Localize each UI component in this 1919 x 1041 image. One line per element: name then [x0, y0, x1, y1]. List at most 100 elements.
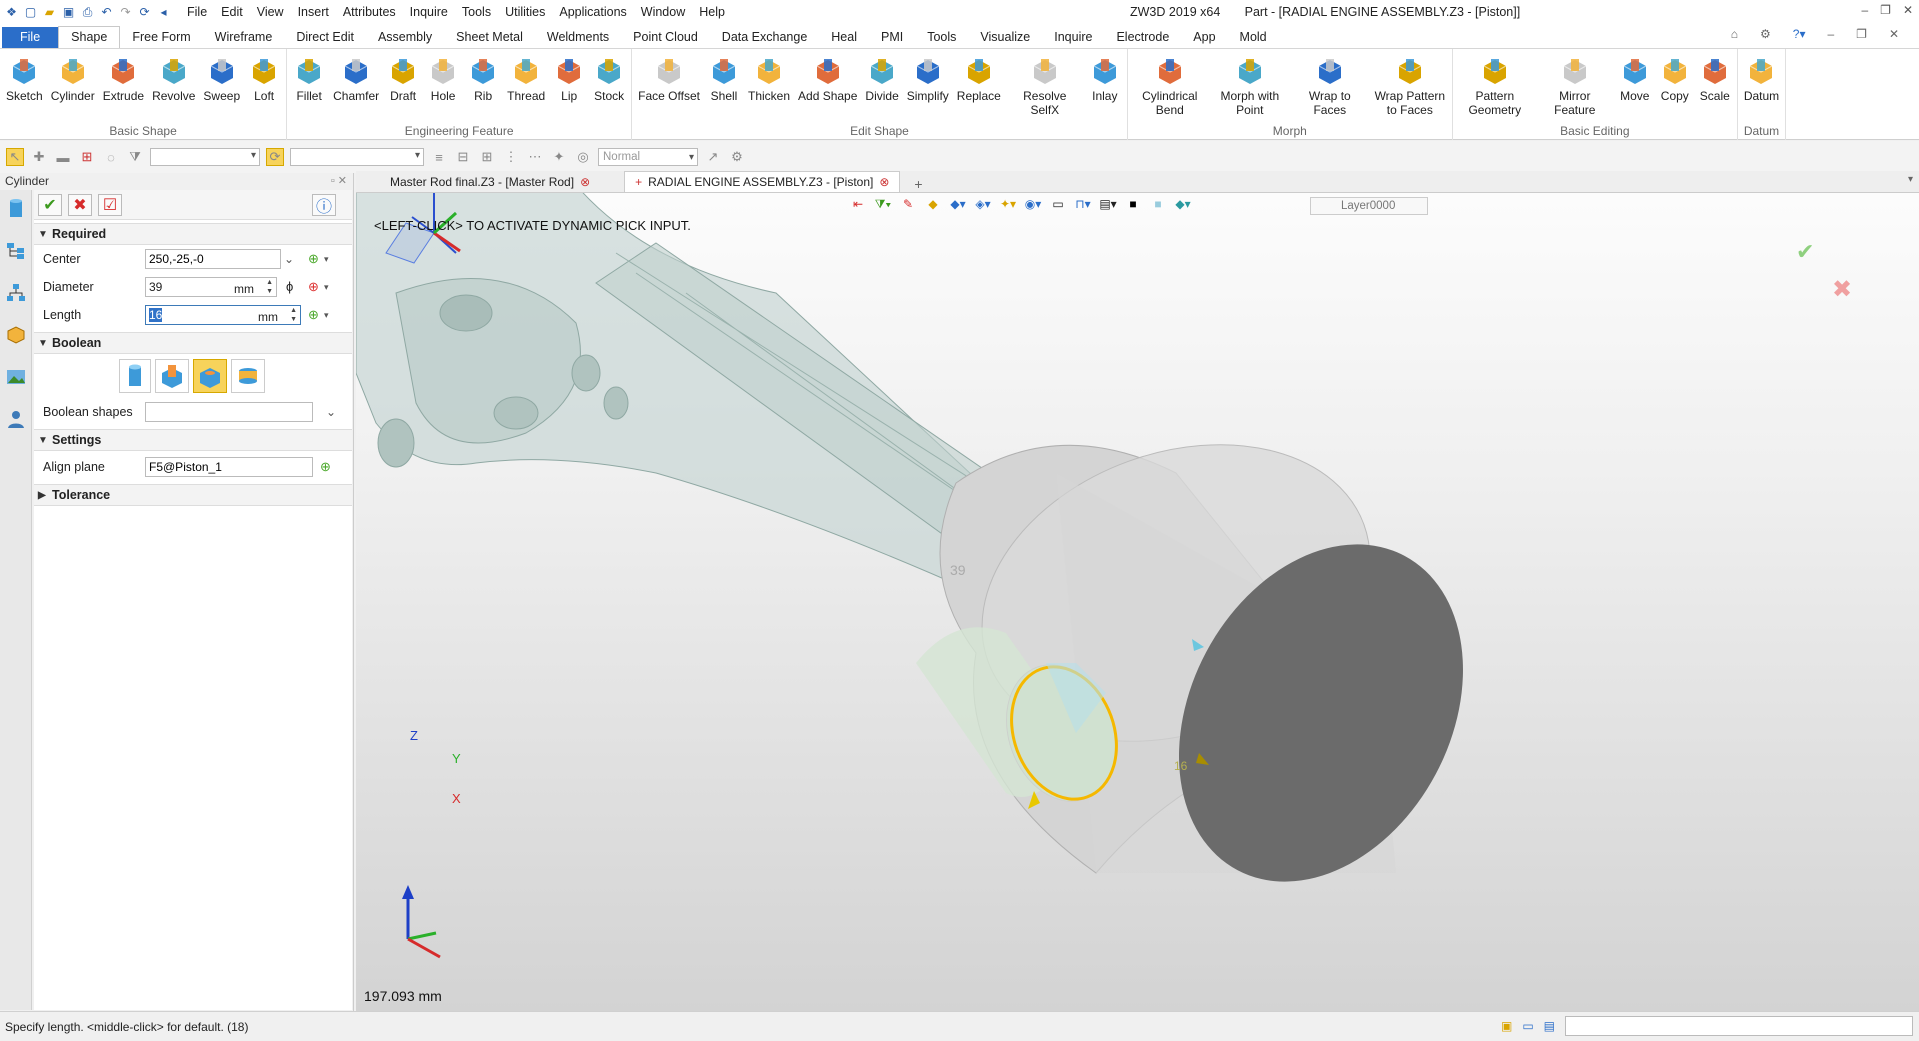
snap-icon[interactable]: ⋮	[502, 148, 520, 166]
tab-tools[interactable]: Tools	[915, 27, 968, 48]
length-dimension[interactable]: 16	[1174, 759, 1187, 773]
pin-icon[interactable]: ✦	[550, 148, 568, 166]
pick-arrow-icon[interactable]: ↖	[6, 148, 24, 166]
menu-help[interactable]: Help	[699, 5, 725, 19]
tab-list-icon[interactable]: ▾	[1908, 174, 1913, 185]
center-field[interactable]	[145, 249, 281, 269]
filter-view-icon[interactable]: ⧩▾	[875, 196, 892, 212]
length-field[interactable]: 16 mm ▲ ▼	[145, 305, 301, 325]
ribbon-minimize-icon[interactable]: –	[1827, 27, 1834, 41]
tab-heal[interactable]: Heal	[819, 27, 869, 48]
panel-pin-icon[interactable]: ▫ ✕	[331, 173, 347, 189]
gear2-icon[interactable]: ⚙	[728, 148, 746, 166]
pick-length-icon[interactable]: ⊕	[308, 307, 319, 323]
exit-icon[interactable]: ⇤	[850, 196, 866, 212]
pick-plane-icon[interactable]: ⊕	[320, 459, 331, 475]
snap2-icon[interactable]: ⋯	[526, 148, 544, 166]
ok-button[interactable]: ✔	[38, 193, 62, 216]
home-icon[interactable]: ⌂	[1731, 27, 1738, 41]
tab-master-rod[interactable]: Master Rod final.Z3 - [Master Rod] ⊗	[380, 172, 600, 192]
save-icon[interactable]: ▣	[61, 5, 76, 20]
redo-icon[interactable]: ↷	[118, 5, 133, 20]
filter-minus-icon[interactable]: ▬	[54, 148, 72, 166]
tab-file[interactable]: File	[2, 27, 59, 48]
intersect-boolean-icon[interactable]	[231, 359, 265, 393]
tab-assembly[interactable]: Assembly	[366, 27, 444, 48]
lock-icon[interactable]: ⊟	[454, 148, 472, 166]
back-arrow-icon[interactable]: ◂	[156, 5, 171, 20]
view-cube-icon[interactable]: ◈▾	[975, 196, 991, 212]
restore-icon[interactable]: ❐	[1880, 3, 1891, 17]
boolean-section[interactable]: ▼ Boolean	[34, 332, 352, 354]
align-icon[interactable]: ≡	[430, 148, 448, 166]
settings-gear-icon[interactable]: ⚙	[1760, 27, 1771, 41]
menu-view[interactable]: View	[257, 5, 284, 19]
info-button[interactable]: ⓘ	[312, 193, 336, 216]
filter-funnel-icon[interactable]: ⧩	[126, 148, 144, 166]
menu-applications[interactable]: Applications	[559, 5, 626, 19]
viewport-ok-icon[interactable]: ✔	[1796, 239, 1814, 265]
menu-window[interactable]: Window	[641, 5, 685, 19]
menu-utilities[interactable]: Utilities	[505, 5, 545, 19]
pen-icon[interactable]: ✎	[900, 196, 916, 212]
section-icon[interactable]: ⊓▾	[1075, 196, 1091, 212]
cylinder-side-icon[interactable]	[5, 198, 27, 220]
render-mode-combo[interactable]: Normal	[598, 148, 698, 166]
tab-data-exchange[interactable]: Data Exchange	[710, 27, 819, 48]
minimize-icon[interactable]: –	[1861, 3, 1868, 17]
zoom-all-icon[interactable]: ◉▾	[1025, 196, 1042, 212]
help-icon[interactable]: ?▾	[1793, 27, 1806, 41]
new-icon[interactable]: ▢	[23, 5, 38, 20]
cube-icon[interactable]: ◆▾	[950, 196, 966, 212]
filter-combo[interactable]	[150, 148, 260, 166]
tab-wireframe[interactable]: Wireframe	[203, 27, 285, 48]
tab-shape[interactable]: Shape	[58, 26, 121, 48]
menu-attributes[interactable]: Attributes	[343, 5, 396, 19]
spinner-icon[interactable]: ▲ ▼	[266, 278, 273, 296]
menu-inquire[interactable]: Inquire	[410, 5, 448, 19]
add-boolean-icon[interactable]	[155, 359, 189, 393]
lasso-icon[interactable]: ◌	[102, 148, 120, 166]
settings-section[interactable]: ▼ Settings	[34, 429, 352, 451]
base-body-icon[interactable]	[119, 359, 151, 393]
tab-pmi[interactable]: PMI	[869, 27, 915, 48]
boolean-shapes-field[interactable]	[145, 402, 313, 422]
regen-icon[interactable]: ⟳	[137, 5, 152, 20]
tab-inquire[interactable]: Inquire	[1042, 27, 1104, 48]
pick-measure-icon[interactable]: ⊕	[308, 279, 319, 295]
ribbon-close-icon[interactable]: ✕	[1889, 27, 1899, 41]
undo-icon[interactable]: ↶	[99, 5, 114, 20]
close-icon[interactable]: ✕	[1903, 3, 1913, 17]
assembly-tree-icon[interactable]	[5, 282, 27, 304]
image-library-icon[interactable]	[5, 366, 27, 388]
expand-icon[interactable]: ⌄	[326, 405, 336, 419]
app-logo-icon[interactable]: ❖	[4, 5, 19, 20]
orient-icon[interactable]: ✦▾	[1000, 196, 1016, 212]
user-role-icon[interactable]	[5, 408, 27, 430]
diameter-field[interactable]: 39 mm ▲ ▼	[145, 277, 277, 297]
apply-button[interactable]: ☑	[98, 193, 122, 216]
spinner-icon[interactable]: ▲ ▼	[290, 306, 297, 324]
render-icon[interactable]: ◎	[574, 148, 592, 166]
pick-point-icon[interactable]: ⊕	[308, 251, 319, 267]
required-section[interactable]: ▼ Required	[34, 223, 352, 245]
zoom-box-icon[interactable]: ▭	[1050, 196, 1066, 212]
tab-sheet-metal[interactable]: Sheet Metal	[444, 27, 535, 48]
align-plane-field[interactable]	[145, 457, 313, 477]
grid-icon[interactable]: ⊞	[478, 148, 496, 166]
tab-free-form[interactable]: Free Form	[120, 27, 202, 48]
pick-dropdown-icon[interactable]: ▾	[324, 282, 329, 293]
remove-boolean-icon[interactable]	[193, 359, 227, 393]
filter-add-icon[interactable]: ⊞	[78, 148, 96, 166]
tab-point-cloud[interactable]: Point Cloud	[621, 27, 710, 48]
cursor-icon[interactable]: ↗	[704, 148, 722, 166]
expand-icon[interactable]: ⌄	[284, 252, 294, 266]
tab-visualize[interactable]: Visualize	[968, 27, 1042, 48]
display-icon[interactable]: ▤▾	[1099, 196, 1116, 212]
status-grid-icon[interactable]: ▤	[1544, 1019, 1555, 1033]
solid-icon[interactable]: ◆	[925, 196, 941, 212]
cancel-button[interactable]: ✖	[68, 193, 92, 216]
open-icon[interactable]: ▰	[42, 5, 57, 20]
layer-toggle-icon[interactable]: ◆▾	[1175, 196, 1191, 212]
menu-file[interactable]: File	[187, 5, 207, 19]
